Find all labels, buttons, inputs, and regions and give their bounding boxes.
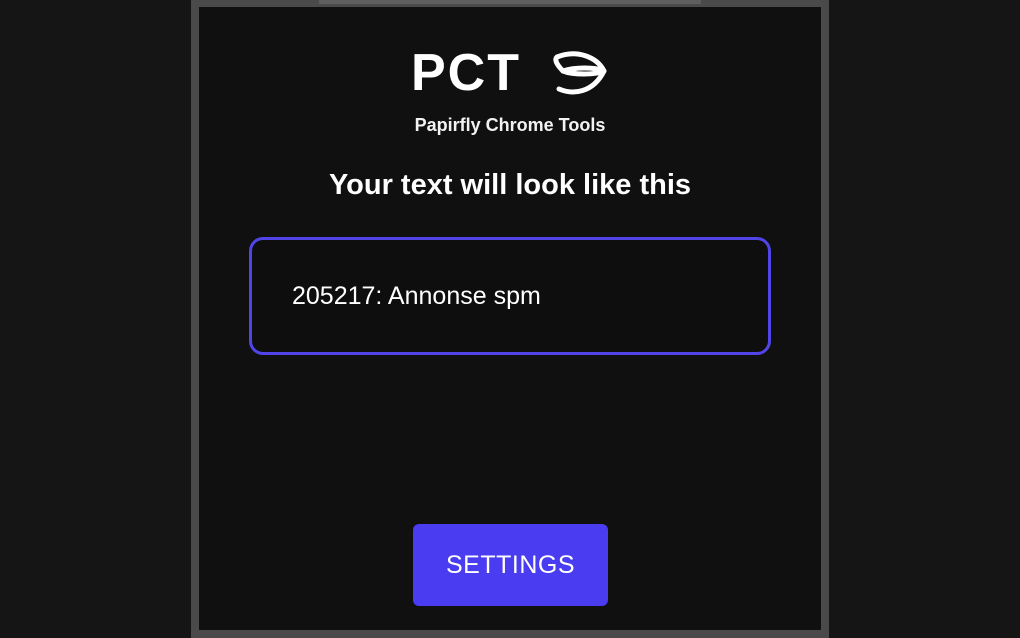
popup-top-edge [319, 0, 701, 4]
screen: PCT Papirfly Chrome Tools Your text will… [0, 0, 1020, 638]
extension-popup-frame: PCT Papirfly Chrome Tools Your text will… [191, 0, 829, 638]
settings-button[interactable]: SETTINGS [413, 524, 608, 606]
text-preview-box: 205217: Annonse spm [249, 237, 771, 355]
brand-header: PCT [199, 47, 821, 99]
papirfly-leaf-icon [553, 51, 607, 95]
brand-subtitle: Papirfly Chrome Tools [414, 115, 606, 135]
preview-heading: Your text will look like this [328, 169, 692, 201]
brand-name: PCT [411, 44, 521, 102]
extension-popup: PCT Papirfly Chrome Tools Your text will… [199, 7, 821, 630]
preview-sample-text: 205217: Annonse spm [292, 281, 541, 310]
